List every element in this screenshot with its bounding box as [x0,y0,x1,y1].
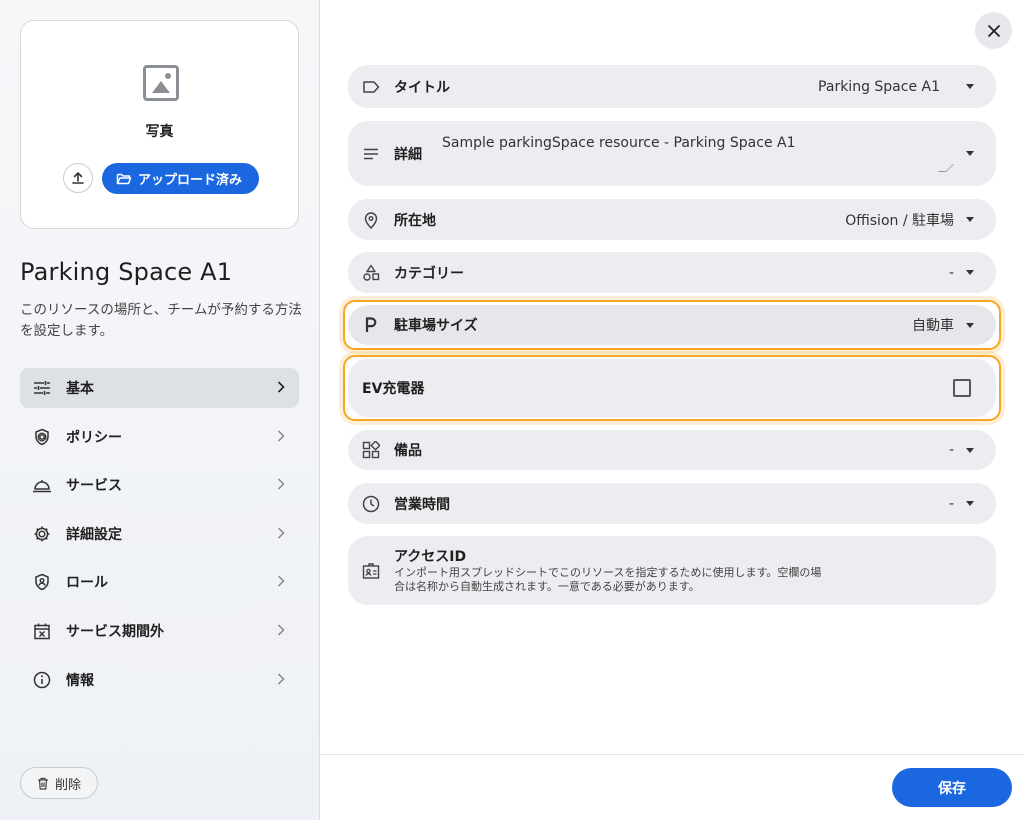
gear-icon [32,524,52,544]
field-label: 詳細 [394,146,422,163]
page-title: Parking Space A1 [20,258,233,286]
sidebar-item-label: 基本 [66,381,94,397]
service-bell-icon [32,475,52,495]
ev-charger-field[interactable]: EV充電器 [348,359,996,417]
delete-button[interactable]: 削除 [20,767,98,799]
caret-down-icon [966,151,974,156]
calendar-x-icon [32,621,52,641]
uploaded-label: アップロード済み [138,173,243,188]
chevron-right-icon [277,575,285,587]
field-label: 駐車場サイズ [394,318,478,334]
caret-down-icon [966,84,974,89]
sidebar-item-label: 情報 [66,672,94,689]
field-label: カテゴリー [394,265,464,282]
help-line: インポート用スプレッドシートでこのリソースを指定するために使用します。空欄の場 [394,566,822,579]
chevron-right-icon [277,624,285,636]
chevron-right-icon [277,673,285,685]
chevron-right-icon [277,527,285,539]
image-icon [143,65,179,101]
sidebar-item-roles[interactable]: ロール [20,562,299,602]
footer-divider [320,754,1024,755]
sidebar-item-info[interactable]: 情報 [20,660,299,700]
sidebar-item-basic[interactable]: 基本 [20,368,299,408]
clock-icon [362,495,380,513]
parking-size-field[interactable]: 駐車場サイズ 自動車 [348,305,996,345]
widgets-icon [362,441,380,459]
field-value: - [948,495,954,512]
sidebar-item-out-of-service[interactable]: サービス期間外 [20,611,299,651]
upload-icon [72,172,84,184]
chevron-right-icon [277,430,285,442]
parking-p-icon [362,316,380,334]
details-field[interactable]: 詳細 Sample parkingSpace resource - Parkin… [348,121,996,186]
shield-at-icon [32,427,52,447]
photo-card: 写真 アップロード済み [20,20,299,229]
caret-down-icon [966,322,974,328]
hours-field[interactable]: 営業時間 - [348,483,996,524]
field-label: 備品 [394,443,422,459]
field-label: アクセスID [394,549,467,565]
caret-down-icon [966,217,974,222]
sidebar-item-label: ロール [66,575,108,592]
close-icon [987,24,1000,37]
location-field[interactable]: 所在地 Offision / 駐車場 [348,199,996,240]
info-icon [32,670,52,690]
field-label: 所在地 [394,212,436,229]
save-button[interactable]: 保存 [892,768,1012,807]
caret-down-icon [966,447,974,453]
details-textarea[interactable]: Sample parkingSpace resource - Parking S… [442,135,796,151]
trash-icon [38,777,48,790]
close-button[interactable] [975,12,1012,49]
field-label: タイトル [394,79,450,96]
sidebar-item-label: 詳細設定 [66,526,122,543]
notes-icon [362,145,380,163]
sidebar-item-advanced-settings[interactable]: 詳細設定 [20,514,299,554]
field-value: Offision / 駐車場 [845,212,954,229]
folder-open-icon [116,173,132,184]
category-field[interactable]: カテゴリー - [348,252,996,293]
label-tag-icon [362,78,380,96]
field-value: Parking Space A1 [818,78,940,95]
sliders-icon [32,378,52,398]
caret-down-icon [966,270,974,275]
chevron-right-icon [277,381,285,393]
badge-icon [362,562,380,580]
field-value: - [948,264,954,281]
shield-person-icon [32,572,52,592]
help-line: 合は名称から自動生成されます。一意である必要があります。 [394,580,700,593]
photo-label: 写真 [145,124,174,140]
field-value: 自動車 [912,318,954,334]
ev-charger-checkbox[interactable] [953,379,971,397]
sidebar-item-label: サービス [66,478,122,495]
upload-button[interactable] [63,163,93,193]
equipment-field[interactable]: 備品 - [348,430,996,470]
field-label: EV充電器 [362,381,425,397]
page-description: このリソースの場所と、チームが予約する方法を設定します。 [20,302,302,339]
sidebar-item-label: ポリシー [66,429,122,446]
left-panel: 写真 アップロード済み Parking Space A1 このリソースの場所と、… [0,0,320,820]
caret-down-icon [966,501,974,506]
sidebar-nav: 基本 ポリシー サービス 詳細設定 ロール サービス期間外 情報 [20,368,299,708]
delete-label: 削除 [55,777,82,793]
sidebar-item-service[interactable]: サービス [20,465,299,505]
field-value: - [948,442,954,458]
chevron-right-icon [277,478,285,490]
shapes-icon [362,264,380,282]
location-pin-icon [362,211,380,229]
title-field[interactable]: タイトル Parking Space A1 [348,65,996,108]
sidebar-item-policy[interactable]: ポリシー [20,417,299,457]
field-label: 営業時間 [394,496,450,513]
resize-handle-icon[interactable] [938,164,954,172]
sidebar-item-label: サービス期間外 [66,623,164,640]
uploaded-button[interactable]: アップロード済み [102,163,259,194]
access-id-help: インポート用スプレッドシートでこのリソースを指定するために使用します。空欄の場 … [394,566,834,594]
access-id-field[interactable]: アクセスID インポート用スプレッドシートでこのリソースを指定するために使用しま… [348,536,996,605]
